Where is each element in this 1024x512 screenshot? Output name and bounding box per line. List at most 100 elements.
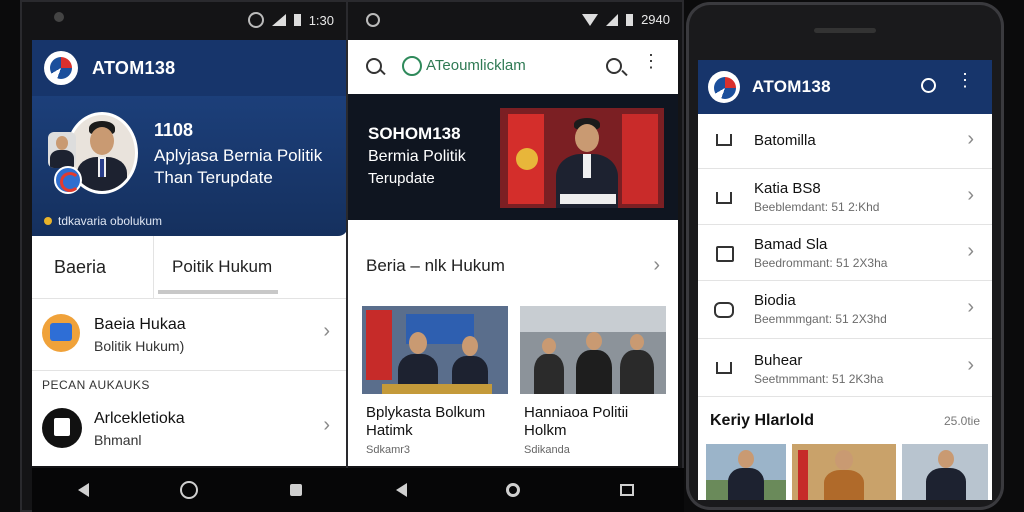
news-card-title-line2: Holkm xyxy=(524,422,567,439)
search-icon[interactable] xyxy=(366,58,382,74)
news-card[interactable]: Bplykasta Bolkum Hatimk Sdkamr3 xyxy=(362,306,508,460)
list-item-title: Bamad Sla xyxy=(754,236,828,253)
system-nav-bar xyxy=(32,468,348,512)
list-item[interactable]: Batomilla › xyxy=(698,114,992,169)
list-item-title: Buhear xyxy=(754,352,803,369)
hero-footer-text: tdkavaria obolukum xyxy=(58,214,163,228)
hero-line1: Aplyjasa Bernia Politik xyxy=(154,146,323,165)
news-card-title-line1: Bplykasta Bolkum xyxy=(366,404,486,421)
chevron-right-icon: › xyxy=(323,320,330,342)
section-title: Beria – nlk Hukum xyxy=(366,256,505,275)
tab-beria[interactable]: Baeria xyxy=(32,236,154,298)
chevron-right-icon: › xyxy=(967,128,974,150)
thumbnail[interactable] xyxy=(706,444,786,500)
hero-number: 1108 xyxy=(154,120,194,140)
status-time: 1:30 xyxy=(308,12,334,28)
speaker-grille xyxy=(814,28,876,33)
recents-icon[interactable] xyxy=(290,484,303,496)
list-item[interactable]: Bamad Sla Beedrommant: 51 2X3ha › xyxy=(698,224,992,281)
hero-line3: Terupdate xyxy=(368,170,435,187)
list-item-subtitle: Bolitik Hukum) xyxy=(94,338,185,354)
lock-icon xyxy=(716,246,734,262)
home-icon xyxy=(716,192,732,204)
hero-badge-icon xyxy=(54,166,82,194)
list-item-subtitle: Beeblemdant: 51 2:Khd xyxy=(754,200,880,214)
thumbnail[interactable] xyxy=(902,444,988,500)
hero-banner[interactable]: 1108 Aplyjasa Bernia Politik Than Terupd… xyxy=(32,96,348,236)
section-header[interactable]: Beria – nlk Hukum › xyxy=(348,236,678,296)
chevron-right-icon: › xyxy=(967,240,974,262)
chevron-right-icon: › xyxy=(323,414,330,436)
wifi-icon xyxy=(582,13,599,26)
thumbnail[interactable] xyxy=(792,444,896,500)
tab-beria-label: Baeria xyxy=(54,256,107,277)
news-card[interactable]: Hanniaoa Politii Holkm Sdikanda xyxy=(520,306,666,460)
back-icon[interactable] xyxy=(77,483,89,497)
system-nav-bar xyxy=(346,468,684,512)
chevron-right-icon: › xyxy=(653,254,660,276)
recents-icon[interactable] xyxy=(620,484,635,496)
chat-icon xyxy=(714,302,734,318)
status-bar: 2940 xyxy=(346,0,684,40)
hero-line2: Bermia Politik xyxy=(368,148,466,165)
list-item[interactable]: Biodia Beemmmgant: 51 2X3hd › xyxy=(698,280,992,339)
signal-icon xyxy=(271,14,286,26)
tab-politik-hukum-label: Poitik Hukum xyxy=(172,257,273,276)
list-item-title: Katia BS8 xyxy=(754,180,821,197)
news-card-image xyxy=(362,306,508,394)
battery-icon xyxy=(626,13,634,26)
home-icon xyxy=(716,134,732,146)
camera-icon xyxy=(366,13,380,27)
search-icon-right[interactable] xyxy=(606,58,622,74)
more-vert-icon[interactable]: ⋮ xyxy=(956,71,974,89)
search-icon-right-handle xyxy=(621,69,628,77)
search-icon-handle xyxy=(379,68,386,76)
app-title: ATOM138 xyxy=(92,57,176,78)
camera-dot-icon xyxy=(54,12,64,22)
phone-right: ATOM138 ⋮ Batomilla › Katia BS8 Beeblemd… xyxy=(686,2,1004,510)
hero-banner[interactable]: SOHOM138 Bermia Politik Terupdate xyxy=(348,94,678,220)
status-time: 2940 xyxy=(641,12,670,27)
section-label: PECAN AUKAUKS xyxy=(42,378,150,392)
dot-icon xyxy=(44,217,52,225)
tab-bar: Baeria Poitik Hukum xyxy=(32,236,348,299)
app-bar: ATOM138 xyxy=(32,40,348,96)
search-icon[interactable] xyxy=(921,78,936,93)
brand-logo-icon xyxy=(402,56,422,76)
battery-icon xyxy=(293,14,301,26)
section-header: Keriy Hlarlold 25.0tie xyxy=(698,396,992,442)
list-item[interactable]: Arlcekletioka Bhmanl › xyxy=(32,396,348,466)
list-item-title: Baeia Hukaa xyxy=(94,316,186,333)
news-card-image xyxy=(520,306,666,394)
home-icon xyxy=(716,362,732,374)
back-icon[interactable] xyxy=(395,483,407,497)
list-item-subtitle: Beedrommant: 51 2X3ha xyxy=(754,256,888,270)
tab-politik-hukum[interactable]: Poitik Hukum xyxy=(154,236,348,298)
hero-line1: SOHOM138 xyxy=(368,124,461,143)
section-meta: 25.0tie xyxy=(943,414,980,428)
news-card-title-line2: Hatimk xyxy=(366,422,413,439)
news-card-meta: Sdkamr3 xyxy=(366,444,411,456)
home-icon[interactable] xyxy=(506,483,521,497)
list-item-title: Arlcekletioka xyxy=(94,410,185,427)
chevron-right-icon: › xyxy=(967,296,974,318)
app-title: ATOM138 xyxy=(752,77,831,96)
list-item-subtitle: Seetmmmant: 51 2K3ha xyxy=(754,372,884,386)
news-icon xyxy=(42,314,80,352)
home-icon[interactable] xyxy=(180,481,199,499)
phone-left: 1:30 ATOM138 1108 Aplyjasa Bernia Politi… xyxy=(20,0,348,512)
list-item-title: Batomilla xyxy=(754,132,816,149)
document-icon xyxy=(42,408,82,448)
status-bar: 1:30 xyxy=(20,0,348,40)
list-item[interactable]: Katia BS8 Beeblemdant: 51 2:Khd › xyxy=(698,168,992,225)
app-bar: ATeoumlicklam ⋮ xyxy=(348,40,678,95)
list-item[interactable]: Buhear Seetmmmant: 51 2K3ha › xyxy=(698,338,992,397)
list-item-title: Biodia xyxy=(754,292,796,309)
more-vert-icon[interactable]: ⋮ xyxy=(642,52,660,70)
news-card-meta: Sdikanda xyxy=(524,444,570,456)
list-item[interactable]: Baeia Hukaa Bolitik Hukum) › xyxy=(32,298,348,371)
app-title: ATeoumlicklam xyxy=(426,57,526,74)
app-bar: ATOM138 ⋮ xyxy=(698,60,992,114)
app-logo-icon xyxy=(44,51,78,85)
signal-icon xyxy=(606,13,619,26)
